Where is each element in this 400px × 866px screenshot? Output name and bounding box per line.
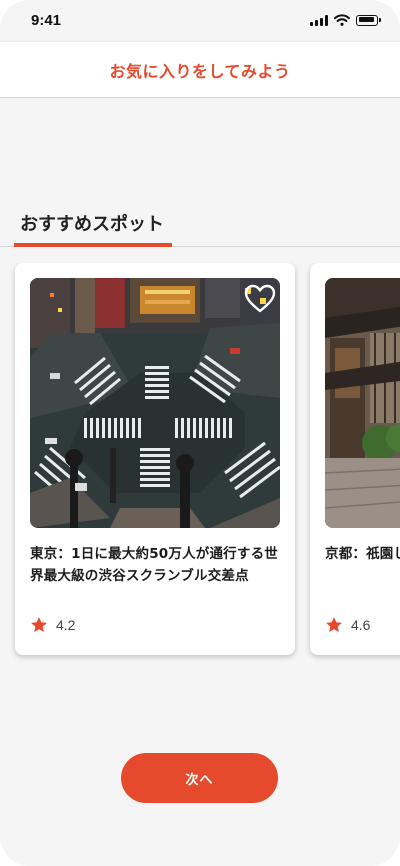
tab-recommended-spots[interactable]: おすすめスポット xyxy=(14,207,172,247)
cellular-signal-icon xyxy=(310,14,328,26)
battery-icon xyxy=(356,14,381,26)
heart-icon[interactable] xyxy=(244,284,276,314)
spot-title: 京都：祇園しむなら『 xyxy=(325,546,400,562)
spot-title: 東京：1日に最大約50万人が通行する世界最大級の渋谷スクランブル交差点 xyxy=(30,546,278,585)
wifi-icon xyxy=(334,14,350,26)
star-icon xyxy=(31,617,47,633)
spot-carousel[interactable]: 東京：1日に最大約50万人が通行する世界最大級の渋谷スクランブル交差点 4.2 xyxy=(0,263,400,663)
rating: 4.2 xyxy=(30,616,75,634)
app-screen: 9:41 お気に入りをしてみよう おすすめスポット 東京：1日に最大約50万人が… xyxy=(0,0,400,866)
rating-value: 4.2 xyxy=(56,617,76,633)
page-title: お気に入りをしてみよう xyxy=(109,61,291,81)
next-button[interactable]: 次へ xyxy=(121,753,278,803)
status-bar: 9:41 xyxy=(0,0,400,42)
star-icon xyxy=(326,617,342,633)
spot-image xyxy=(30,278,280,528)
section-tabs: おすすめスポット xyxy=(0,207,400,247)
spot-card[interactable]: 東京：1日に最大約50万人が通行する世界最大級の渋谷スクランブル交差点 4.2 xyxy=(15,263,295,655)
app-header: お気に入りをしてみよう xyxy=(0,42,400,98)
tab-label: おすすめスポット xyxy=(20,214,164,235)
rating: 4.6 xyxy=(325,616,370,634)
status-time: 9:41 xyxy=(31,12,62,29)
rating-value: 4.6 xyxy=(351,617,371,633)
status-icons xyxy=(310,14,381,26)
spot-card[interactable]: 京都：祇園しむなら『 4.6 xyxy=(310,263,400,655)
spot-image xyxy=(325,278,400,528)
